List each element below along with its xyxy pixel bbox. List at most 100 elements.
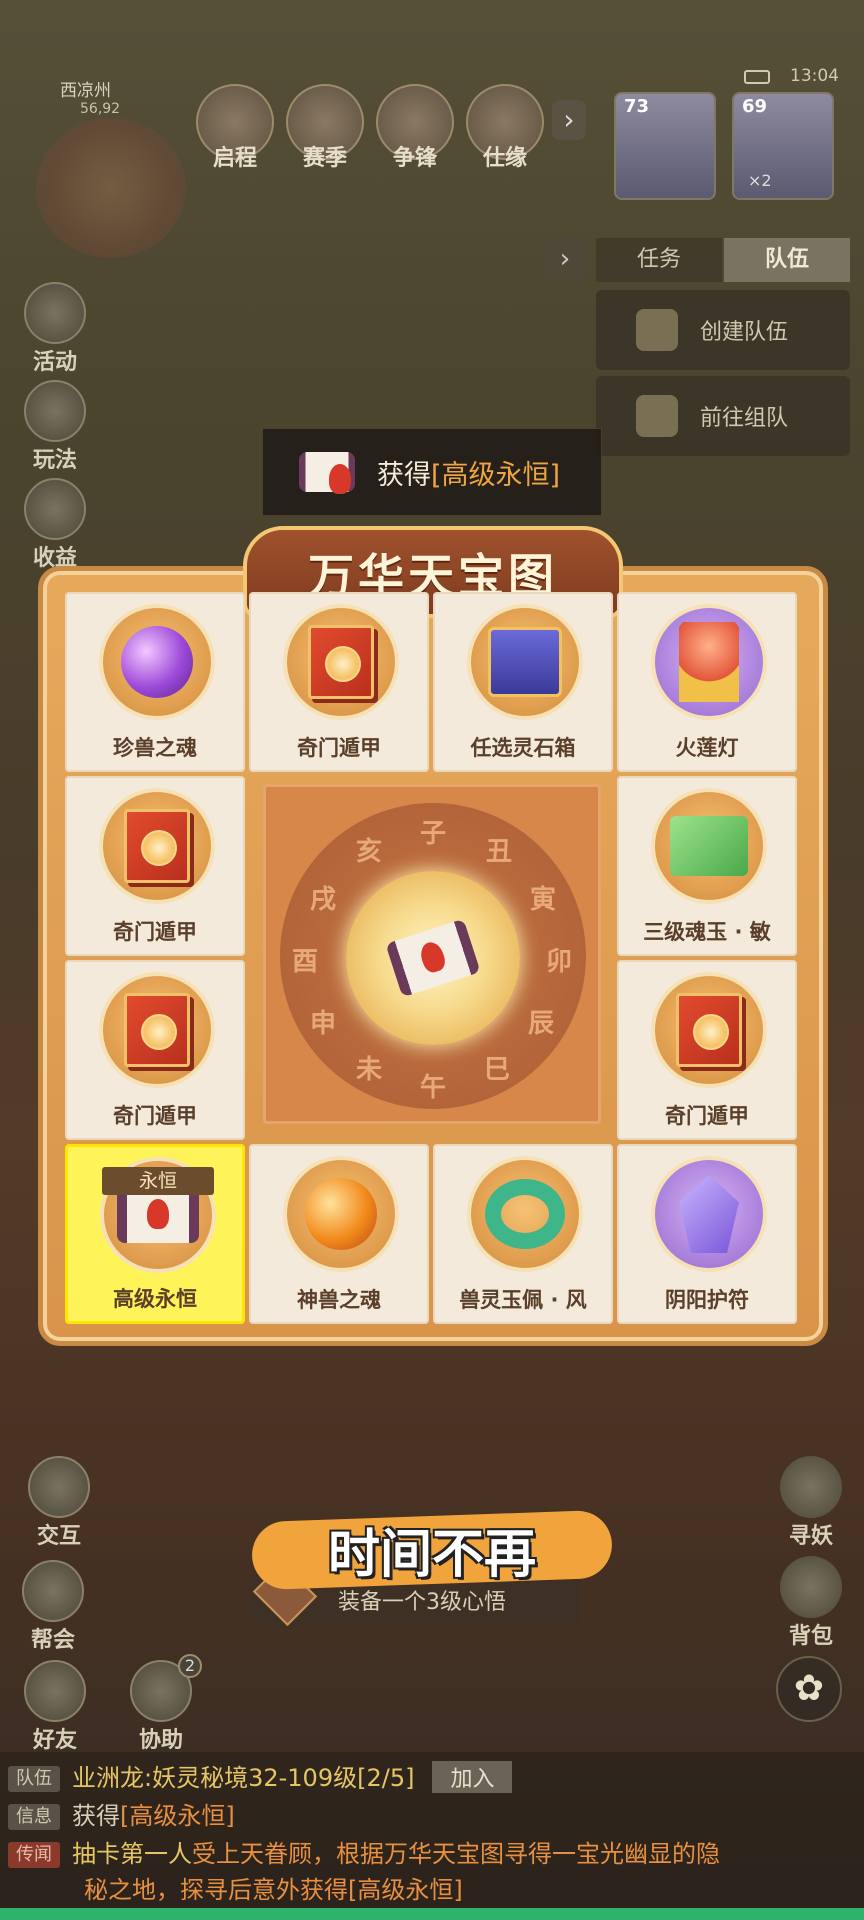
wheel-glyph: 辰 bbox=[528, 1009, 555, 1039]
item-disc bbox=[283, 1156, 399, 1272]
amulet-gem-icon bbox=[679, 1175, 739, 1253]
wheel-glyph: 午 bbox=[420, 1073, 447, 1103]
reward-label: 珍兽之魂 bbox=[113, 736, 197, 760]
item-disc bbox=[467, 604, 583, 720]
pet-portrait[interactable]: 73 bbox=[614, 92, 716, 200]
reward-label: 兽灵玉佩 · 风 bbox=[459, 1288, 587, 1312]
friends-button[interactable]: 好友 bbox=[18, 1660, 92, 1754]
reward-cell[interactable]: 阴阳护符 bbox=[617, 1144, 797, 1324]
red-book-icon bbox=[308, 625, 374, 699]
reward-label: 任选灵石箱 bbox=[470, 736, 576, 760]
obtain-banner: 获得[高级永恒] bbox=[262, 428, 602, 516]
chat-panel[interactable]: 队伍 业洲龙:妖灵秘境32-109级[2/5] 加入 信息 获得[高级永恒] 传闻 抽卡… bbox=[0, 1752, 864, 1912]
chat-tag: 传闻 bbox=[8, 1842, 60, 1868]
wheel-glyph: 子 bbox=[420, 819, 447, 849]
reward-label: 奇门遁甲 bbox=[665, 1104, 749, 1128]
reward-cell[interactable]: 任选灵石箱 bbox=[433, 592, 613, 772]
interact-icon bbox=[28, 1456, 90, 1518]
clock-time: 13:04 bbox=[790, 66, 839, 86]
reward-cell[interactable]: 神兽之魂 bbox=[249, 1144, 429, 1324]
eternal-badge: 永恒 bbox=[102, 1167, 214, 1195]
guild-label: 帮会 bbox=[30, 1628, 75, 1653]
assist-label: 协助 bbox=[138, 1728, 183, 1753]
tab-task[interactable]: 任务 bbox=[596, 238, 722, 282]
wheel-glyph: 未 bbox=[356, 1055, 383, 1085]
gameplay-icon bbox=[24, 380, 86, 442]
chat-tag: 队伍 bbox=[8, 1766, 60, 1792]
assist-count-badge: 2 bbox=[178, 1654, 202, 1678]
backpack-button[interactable]: 背包 bbox=[774, 1556, 848, 1650]
player-portrait[interactable]: 69 ×2 bbox=[732, 92, 834, 200]
chat-item-link[interactable]: [高级永恒] bbox=[348, 1876, 463, 1904]
seek-demon-button[interactable]: 寻妖 bbox=[774, 1456, 848, 1550]
minimap[interactable] bbox=[36, 118, 186, 258]
chat-message: 获得 bbox=[72, 1802, 120, 1830]
interact-label: 交互 bbox=[36, 1524, 81, 1549]
tab-team[interactable]: 队伍 bbox=[724, 238, 850, 282]
shiyuan-label: 仕缘 bbox=[482, 146, 527, 171]
item-disc bbox=[99, 788, 215, 904]
reward-cell[interactable]: 兽灵玉佩 · 风 bbox=[433, 1144, 613, 1324]
reward-label: 火莲灯 bbox=[675, 736, 739, 760]
jade-dragon-ring-icon bbox=[485, 1179, 565, 1249]
flower-menu-icon[interactable]: ✿ bbox=[776, 1656, 842, 1722]
item-disc bbox=[99, 972, 215, 1088]
activity-icon bbox=[24, 282, 86, 344]
wheel-glyph: 戌 bbox=[310, 885, 337, 915]
chat-player-name[interactable]: 抽卡第一人 bbox=[72, 1840, 192, 1868]
wheel-glyph: 申 bbox=[310, 1009, 337, 1039]
scroll-icon bbox=[385, 918, 481, 998]
wheel-glyph: 丑 bbox=[486, 837, 513, 867]
zhengfeng-label: 争锋 bbox=[392, 146, 437, 171]
item-disc bbox=[651, 972, 767, 1088]
scroll-icon bbox=[117, 1187, 199, 1243]
reward-label: 奇门遁甲 bbox=[297, 736, 381, 760]
location-info: 西凉州 56,92 bbox=[22, 76, 172, 126]
collapse-panel-icon[interactable]: › bbox=[544, 238, 586, 280]
item-disc bbox=[651, 1156, 767, 1272]
wheel-glyph: 卯 bbox=[546, 947, 573, 977]
reward-cell-selected[interactable]: 永恒 高级永恒 bbox=[65, 1144, 245, 1324]
interact-button[interactable]: 交互 bbox=[22, 1456, 96, 1550]
red-book-icon bbox=[124, 993, 190, 1067]
wheel-core bbox=[346, 871, 520, 1045]
scroll-icon bbox=[299, 449, 355, 495]
guild-button[interactable]: 帮会 bbox=[16, 1560, 90, 1654]
treasure-map-board: 万华天宝图 珍兽之魂 奇门遁甲 任选灵石箱 火莲灯 奇门遁甲 三级魂玉 · 敏 … bbox=[38, 526, 828, 1346]
jade-tiles-icon bbox=[670, 816, 748, 876]
guild-icon bbox=[22, 1560, 84, 1622]
reward-cell[interactable]: 奇门遁甲 bbox=[65, 776, 245, 956]
gift-box-icon bbox=[488, 627, 562, 697]
reward-cell[interactable]: 奇门遁甲 bbox=[249, 592, 429, 772]
battery-icon bbox=[744, 70, 770, 84]
red-book-icon bbox=[676, 993, 742, 1067]
player-level: 69 bbox=[742, 96, 768, 117]
chevron-right-icon[interactable]: › bbox=[552, 100, 586, 140]
season-label: 赛季 bbox=[302, 146, 347, 171]
chat-message: 妖灵秘境32-109级[2/5] bbox=[152, 1764, 415, 1792]
join-button[interactable]: 加入 bbox=[432, 1761, 513, 1793]
fire-orb-icon bbox=[305, 1178, 377, 1250]
chat-row-rumor-cont: 秘之地，探寻后意外获得[高级永恒] bbox=[84, 1870, 463, 1905]
reward-cell[interactable]: 火莲灯 bbox=[617, 592, 797, 772]
chat-row-rumor: 传闻 抽卡第一人受上天眷顾，根据万华天宝图寻得一宝光幽显的隐 bbox=[8, 1834, 720, 1869]
reward-cell[interactable]: 奇门遁甲 bbox=[617, 960, 797, 1140]
chat-message: 秘之地，探寻后意外获得 bbox=[84, 1876, 348, 1904]
reward-cell[interactable]: 珍兽之魂 bbox=[65, 592, 245, 772]
gameplay-button[interactable]: 玩法 bbox=[18, 380, 92, 474]
qicheng-label: 启程 bbox=[212, 146, 257, 171]
video-subtitle: 时间不再 bbox=[327, 1525, 536, 1585]
friends-icon bbox=[24, 1660, 86, 1722]
item-disc bbox=[467, 1156, 583, 1272]
activity-button[interactable]: 活动 bbox=[18, 282, 92, 376]
create-team-button[interactable]: 创建队伍 bbox=[596, 290, 850, 370]
chat-row-info: 信息 获得[高级永恒] bbox=[8, 1796, 235, 1831]
reward-cell[interactable]: 三级魂玉 · 敏 bbox=[617, 776, 797, 956]
reward-cell[interactable]: 奇门遁甲 bbox=[65, 960, 245, 1140]
chat-item-link[interactable]: [高级永恒] bbox=[120, 1802, 235, 1830]
item-disc bbox=[651, 604, 767, 720]
chat-sender: 业洲龙: bbox=[72, 1764, 153, 1792]
center-wheel-panel[interactable]: 子 丑 寅 卯 辰 巳 午 未 申 酉 戌 亥 bbox=[263, 784, 601, 1124]
flag-icon bbox=[636, 309, 678, 351]
join-team-button[interactable]: 前往组队 bbox=[596, 376, 850, 456]
